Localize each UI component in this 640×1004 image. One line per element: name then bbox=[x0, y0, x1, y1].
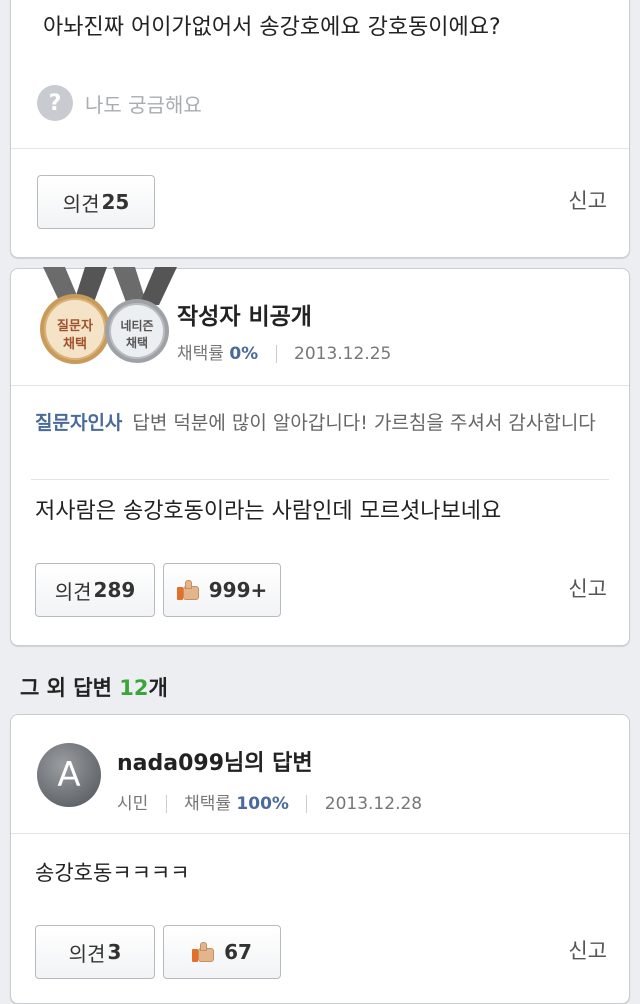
heading-prefix: 그 외 답변 bbox=[20, 676, 112, 700]
curious-label: 나도 궁금해요 bbox=[85, 92, 202, 117]
opinion-button[interactable]: 의견 3 bbox=[35, 925, 155, 979]
question-card: 아놔진짜 어이가없어서 송강호에요 강호동이에요? ? 나도 궁금해요 의견 2… bbox=[10, 0, 630, 258]
greeting-label: 질문자인사 bbox=[35, 412, 123, 434]
meta-separator bbox=[306, 795, 308, 813]
question-text: 아놔진짜 어이가없어서 송강호에요 강호동이에요? bbox=[43, 15, 501, 40]
answer-card: A nada099님의 답변 시민 채택률 100% 2013.12.28 송강… bbox=[10, 714, 630, 1004]
thumbs-up-icon bbox=[192, 942, 215, 962]
divider bbox=[31, 479, 609, 480]
report-link[interactable]: 신고 bbox=[568, 935, 607, 965]
adopt-rate-label: 채택률 bbox=[177, 344, 224, 364]
greeting-block: 질문자인사 답변 덕분에 많이 알아갑니다! 가르침을 주셔서 감사합니다 bbox=[35, 409, 605, 437]
adopt-rate-label: 채택률 bbox=[184, 794, 232, 814]
opinion-count: 289 bbox=[93, 578, 136, 602]
question-circle-icon: ? bbox=[37, 85, 73, 121]
author-title[interactable]: nada099님의 답변 bbox=[117, 745, 313, 777]
answer-date: 2013.12.25 bbox=[294, 344, 392, 364]
answer-text: 저사람은 송강호동이라는 사람인데 모르셧나보네요 bbox=[35, 499, 502, 524]
opinion-button[interactable]: 의견 25 bbox=[37, 175, 155, 229]
heading-suffix: 개 bbox=[148, 676, 168, 700]
badge-right-line1: 네티즌 bbox=[120, 319, 154, 333]
avatar-letter: A bbox=[57, 755, 81, 795]
author-name: 작성자 비공개 bbox=[177, 304, 312, 330]
opinion-label: 의견 bbox=[54, 579, 92, 604]
divider bbox=[11, 385, 629, 386]
answer-date: 2013.12.28 bbox=[324, 794, 423, 814]
medal-icon: 질문자 채택 네티즌 채택 bbox=[31, 267, 181, 367]
badge-left-line1: 질문자 bbox=[57, 319, 93, 334]
divider bbox=[11, 833, 629, 834]
thumbs-up-icon bbox=[176, 580, 199, 600]
user-level: 시민 bbox=[117, 794, 149, 814]
report-link[interactable]: 신고 bbox=[568, 573, 607, 603]
adopt-rate-value: 100% bbox=[236, 794, 289, 814]
divider bbox=[11, 148, 629, 149]
badge-left-line2: 채택 bbox=[63, 337, 87, 352]
adopt-rate-value: 0% bbox=[229, 344, 259, 364]
curious-button[interactable]: ? 나도 궁금해요 bbox=[37, 85, 202, 121]
greeting-text: 답변 덕분에 많이 알아갑니다! 가르침을 주셔서 감사합니다 bbox=[132, 412, 596, 434]
opinion-count: 25 bbox=[101, 190, 130, 214]
opinion-button[interactable]: 의견 289 bbox=[35, 563, 155, 617]
like-button[interactable]: 999+ bbox=[163, 563, 281, 617]
opinion-count: 3 bbox=[107, 940, 122, 964]
answer-card: 질문자 채택 네티즌 채택 작성자 비공개 채택률 0% 2013.12.25 … bbox=[10, 267, 630, 646]
badge-right-line2: 채택 bbox=[125, 336, 149, 350]
answer-meta: 시민 채택률 100% 2013.12.28 bbox=[117, 789, 422, 814]
opinion-label: 의견 bbox=[68, 941, 106, 966]
answer-meta: 채택률 0% 2013.12.25 bbox=[177, 339, 391, 364]
like-count: 67 bbox=[224, 940, 252, 964]
answer-count: 12 bbox=[119, 676, 149, 700]
report-link[interactable]: 신고 bbox=[568, 185, 607, 215]
meta-separator bbox=[165, 795, 167, 813]
other-answers-heading: 그 외 답변 12개 bbox=[20, 672, 168, 702]
meta-separator bbox=[275, 345, 277, 363]
like-button[interactable]: 67 bbox=[163, 925, 281, 979]
avatar: A bbox=[37, 743, 101, 807]
like-count: 999+ bbox=[208, 578, 268, 602]
opinion-label: 의견 bbox=[62, 191, 100, 216]
answer-text: 송강호동ㅋㅋㅋㅋ bbox=[35, 861, 190, 885]
